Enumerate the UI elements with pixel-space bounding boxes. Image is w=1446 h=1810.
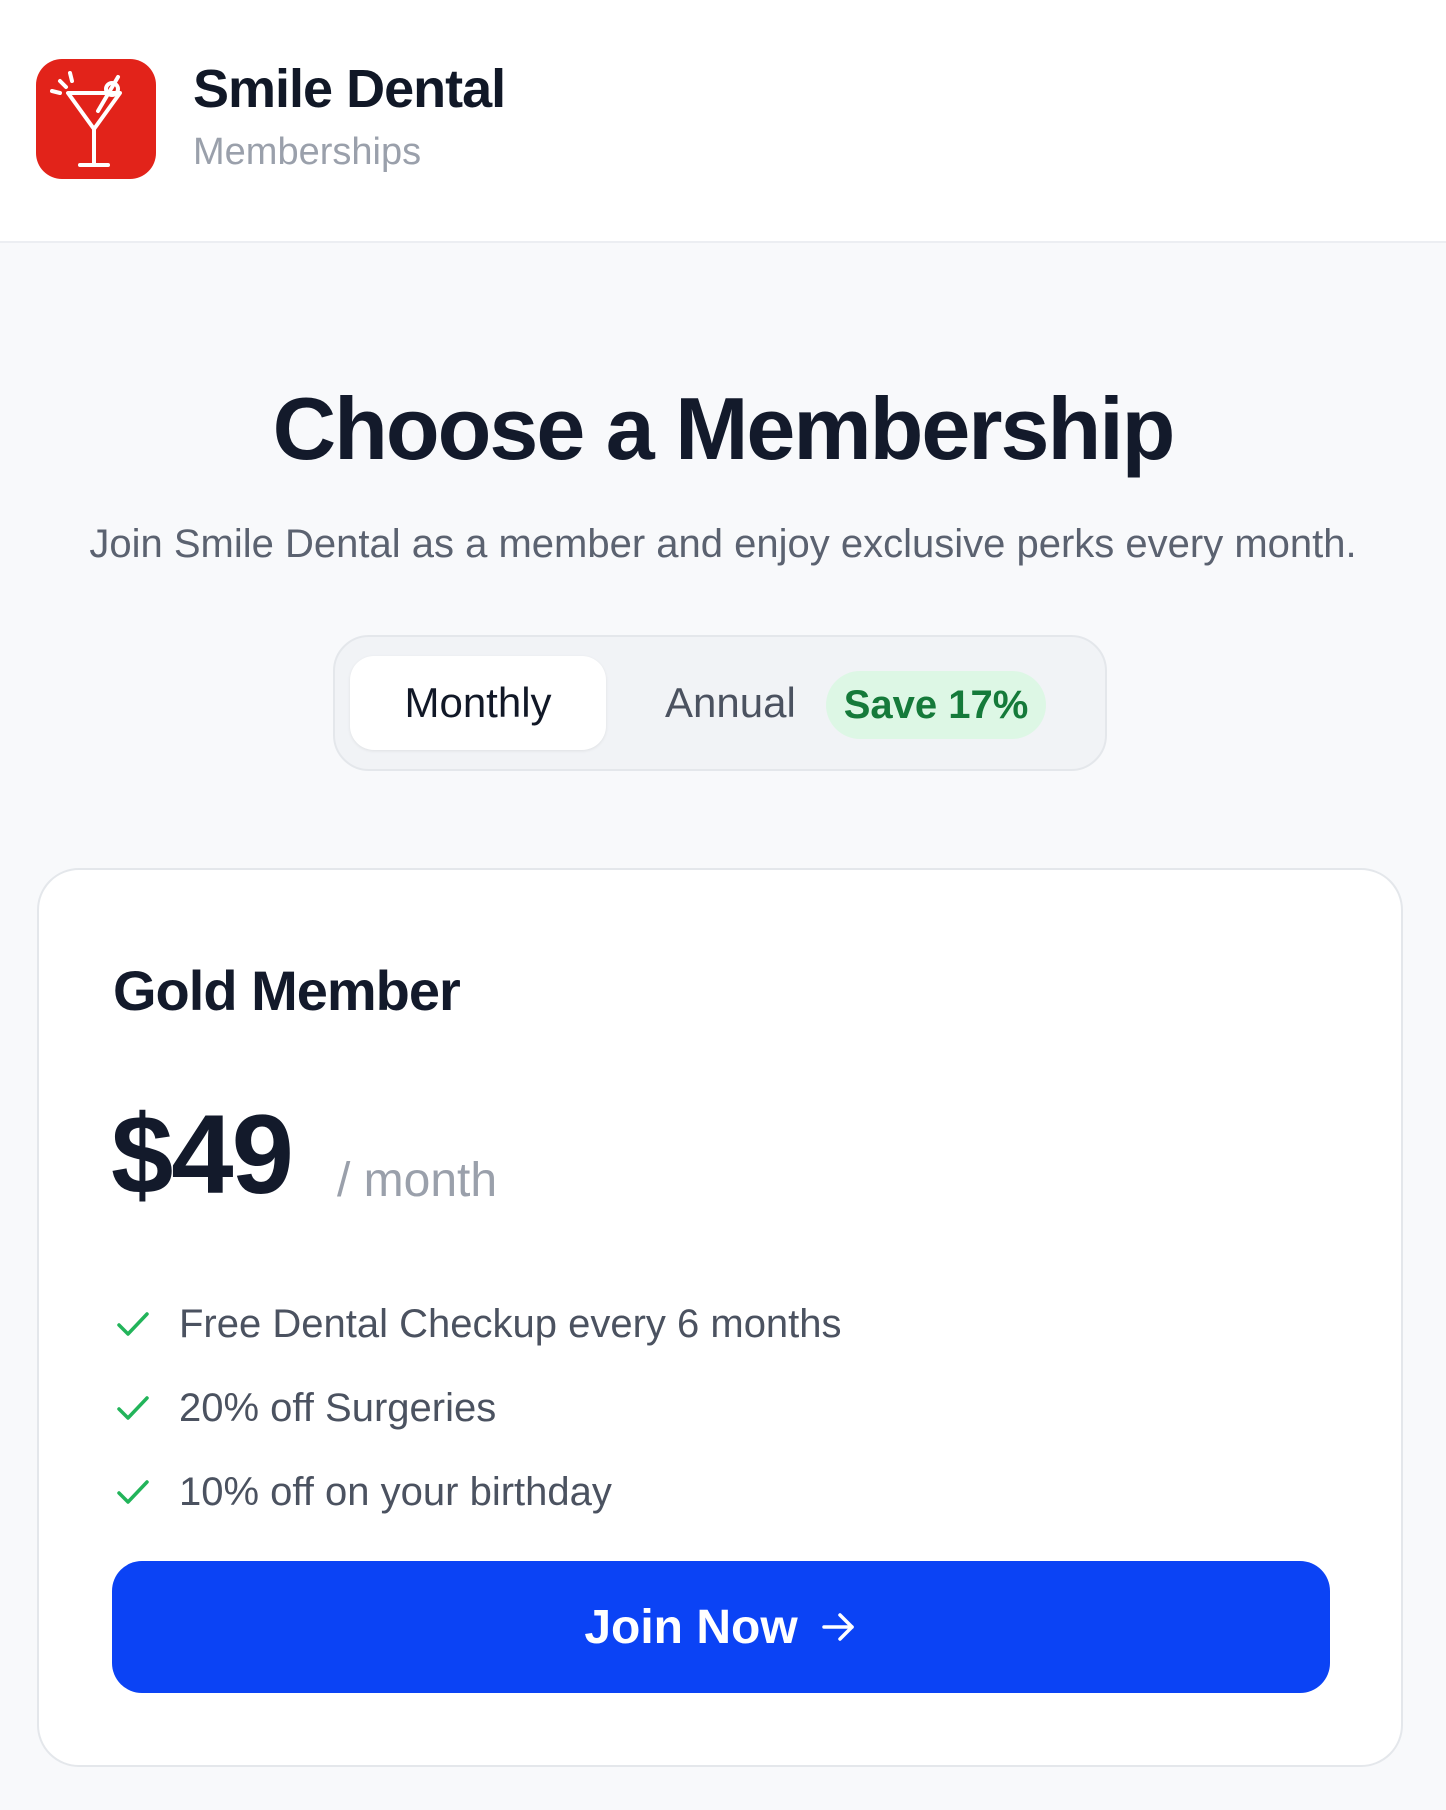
list-item: Free Dental Checkup every 6 months xyxy=(113,1282,842,1366)
brand-logo xyxy=(36,59,156,179)
brand-name: Smile Dental xyxy=(193,59,506,119)
feature-text: 10% off on your birthday xyxy=(179,1469,612,1514)
brand-subtitle: Memberships xyxy=(193,131,422,173)
plan-name: Gold Member xyxy=(113,959,461,1022)
plan-card: Gold Member $49 / month Free Dental Chec… xyxy=(37,868,1403,1767)
app-header: Smile Dental Memberships xyxy=(0,0,1446,243)
plan-price: $49 xyxy=(111,1092,294,1217)
arrow-right-icon xyxy=(821,1613,854,1641)
billing-toggle: Monthly Annual Save 17% xyxy=(333,635,1107,771)
tab-annual[interactable]: Annual xyxy=(665,656,796,750)
list-item: 20% off Surgeries xyxy=(113,1366,842,1450)
check-icon xyxy=(117,1396,149,1420)
cocktail-glass-icon xyxy=(50,71,122,167)
join-now-button[interactable]: Join Now xyxy=(112,1561,1330,1693)
list-item: 10% off on your birthday xyxy=(113,1450,842,1534)
check-icon xyxy=(117,1312,149,1336)
check-icon xyxy=(117,1480,149,1504)
page-title: Choose a Membership xyxy=(272,379,1176,478)
tab-monthly[interactable]: Monthly xyxy=(350,656,606,750)
feature-text: Free Dental Checkup every 6 months xyxy=(179,1301,842,1346)
save-badge: Save 17% xyxy=(826,671,1046,739)
page-subtitle: Join Smile Dental as a member and enjoy … xyxy=(89,522,1357,566)
feature-list: Free Dental Checkup every 6 months 20% o… xyxy=(113,1282,842,1534)
join-now-label: Join Now xyxy=(584,1600,798,1654)
feature-text: 20% off Surgeries xyxy=(179,1385,497,1430)
plan-period: / month xyxy=(337,1154,498,1207)
